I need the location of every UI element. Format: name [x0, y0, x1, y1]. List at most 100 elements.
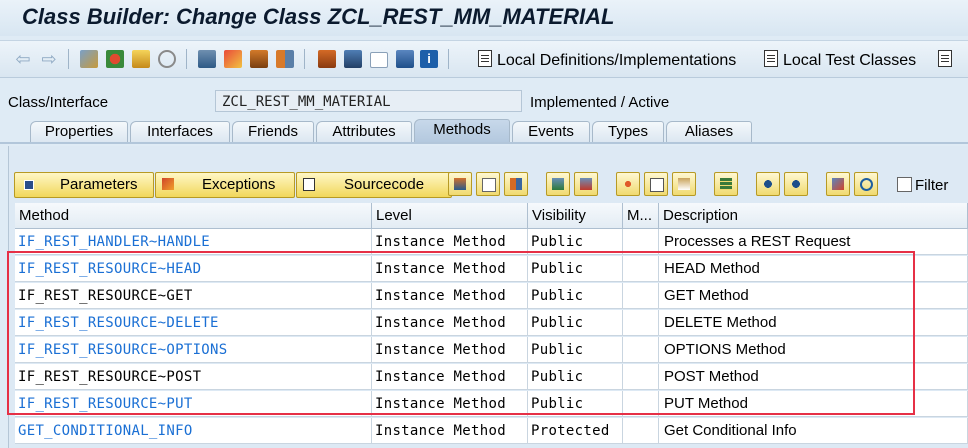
- copy-button[interactable]: [644, 172, 668, 196]
- active-inactive-icon[interactable]: [106, 50, 124, 68]
- column-header-level[interactable]: Level: [372, 203, 528, 229]
- method-name-cell[interactable]: IF_REST_RESOURCE~POST: [15, 364, 372, 390]
- m-cell[interactable]: [623, 391, 659, 417]
- m-cell[interactable]: [623, 283, 659, 309]
- visibility-cell[interactable]: Public: [528, 364, 623, 390]
- visibility-cell[interactable]: Public: [528, 283, 623, 309]
- cut-button[interactable]: [616, 172, 640, 196]
- method-name-cell[interactable]: IF_REST_RESOURCE~OPTIONS: [15, 337, 372, 363]
- table-row[interactable]: IF_REST_RESOURCE~POST Instance Method Pu…: [15, 364, 968, 391]
- filter-checkbox[interactable]: Filter: [897, 177, 948, 194]
- visibility-cell[interactable]: Public: [528, 256, 623, 282]
- method-name-cell[interactable]: IF_REST_RESOURCE~DELETE: [15, 310, 372, 336]
- find-next-button[interactable]: [784, 172, 808, 196]
- navigate-button[interactable]: [504, 172, 528, 196]
- pattern-icon[interactable]: [344, 50, 362, 68]
- table-row[interactable]: IF_REST_RESOURCE~HEAD Instance Method Pu…: [15, 256, 968, 283]
- display-change-icon[interactable]: [80, 50, 98, 68]
- visibility-cell[interactable]: Public: [528, 310, 623, 336]
- tab-types[interactable]: Types: [592, 121, 664, 142]
- tab-properties[interactable]: Properties: [30, 121, 128, 142]
- navigate-icon[interactable]: [276, 50, 294, 68]
- description-cell[interactable]: Processes a REST Request: [659, 229, 968, 255]
- m-cell[interactable]: [623, 418, 659, 444]
- undo-button[interactable]: [854, 172, 878, 196]
- document-icon: [478, 50, 492, 67]
- more-toolbar-button[interactable]: [938, 50, 957, 70]
- sort-button[interactable]: [714, 172, 738, 196]
- m-cell[interactable]: [623, 364, 659, 390]
- where-used-icon[interactable]: [198, 50, 216, 68]
- checkbox-box[interactable]: [897, 177, 912, 192]
- level-cell[interactable]: Instance Method: [372, 283, 528, 309]
- exceptions-button[interactable]: Exceptions: [155, 172, 295, 198]
- copy-object-button[interactable]: [476, 172, 500, 196]
- visibility-cell[interactable]: Public: [528, 391, 623, 417]
- column-header-method[interactable]: Method: [15, 203, 372, 229]
- table-row[interactable]: IF_REST_RESOURCE~DELETE Instance Method …: [15, 310, 968, 337]
- filter-icon[interactable]: [396, 50, 414, 68]
- tab-aliases[interactable]: Aliases: [666, 121, 752, 142]
- visibility-cell[interactable]: Public: [528, 337, 623, 363]
- tab-methods[interactable]: Methods: [414, 119, 510, 143]
- local-test-classes-button[interactable]: Local Test Classes: [764, 50, 916, 70]
- m-cell[interactable]: [623, 337, 659, 363]
- info-icon[interactable]: i: [420, 50, 438, 68]
- object-list-icon[interactable]: [250, 50, 268, 68]
- tab-attributes[interactable]: Attributes: [316, 121, 412, 142]
- settings-button[interactable]: [826, 172, 850, 196]
- level-cell[interactable]: Instance Method: [372, 337, 528, 363]
- activate-icon[interactable]: [158, 50, 176, 68]
- local-definitions-button[interactable]: Local Definitions/Implementations: [478, 50, 736, 70]
- delete-row-button[interactable]: [574, 172, 598, 196]
- magic-wand-icon[interactable]: [224, 50, 242, 68]
- description-cell[interactable]: GET Method: [659, 283, 968, 309]
- column-header-description[interactable]: Description: [659, 203, 968, 229]
- tab-friends[interactable]: Friends: [232, 121, 314, 142]
- table-row[interactable]: IF_REST_RESOURCE~OPTIONS Instance Method…: [15, 337, 968, 364]
- method-name-cell[interactable]: IF_REST_HANDLER~HANDLE: [15, 229, 372, 255]
- hierarchy-icon[interactable]: [318, 50, 336, 68]
- visibility-cell[interactable]: Public: [528, 229, 623, 255]
- tab-events[interactable]: Events: [512, 121, 590, 142]
- description-cell[interactable]: Get Conditional Info: [659, 418, 968, 444]
- column-header-m[interactable]: M...: [623, 203, 659, 229]
- description-cell[interactable]: OPTIONS Method: [659, 337, 968, 363]
- paste-button[interactable]: [672, 172, 696, 196]
- display-object-icon[interactable]: [370, 52, 388, 68]
- check-icon[interactable]: [132, 50, 150, 68]
- method-name-cell[interactable]: GET_CONDITIONAL_INFO: [15, 418, 372, 444]
- level-cell[interactable]: Instance Method: [372, 418, 528, 444]
- description-cell[interactable]: POST Method: [659, 364, 968, 390]
- table-row[interactable]: IF_REST_RESOURCE~PUT Instance Method Pub…: [15, 391, 968, 418]
- m-cell[interactable]: [623, 310, 659, 336]
- back-arrow-icon[interactable]: ⇦: [14, 50, 32, 68]
- method-name-cell[interactable]: IF_REST_RESOURCE~PUT: [15, 391, 372, 417]
- column-header-visibility[interactable]: Visibility: [528, 203, 623, 229]
- m-cell[interactable]: [623, 229, 659, 255]
- level-cell[interactable]: Instance Method: [372, 229, 528, 255]
- method-name-cell[interactable]: IF_REST_RESOURCE~GET: [15, 283, 372, 309]
- visibility-cell[interactable]: Protected: [528, 418, 623, 444]
- table-row[interactable]: IF_REST_HANDLER~HANDLE Instance Method P…: [15, 229, 968, 256]
- level-cell[interactable]: Instance Method: [372, 310, 528, 336]
- find-next-icon: [790, 178, 802, 190]
- level-cell[interactable]: Instance Method: [372, 391, 528, 417]
- insert-row-button[interactable]: [546, 172, 570, 196]
- table-row[interactable]: GET_CONDITIONAL_INFO Instance Method Pro…: [15, 418, 968, 445]
- class-name-field[interactable]: ZCL_REST_MM_MATERIAL: [215, 90, 522, 112]
- description-cell[interactable]: DELETE Method: [659, 310, 968, 336]
- sourcecode-button[interactable]: Sourcecode: [296, 172, 452, 198]
- tab-interfaces[interactable]: Interfaces: [130, 121, 230, 142]
- detail-view-button[interactable]: [448, 172, 472, 196]
- description-cell[interactable]: PUT Method: [659, 391, 968, 417]
- find-button[interactable]: [756, 172, 780, 196]
- parameters-button[interactable]: Parameters: [14, 172, 154, 198]
- method-name-cell[interactable]: IF_REST_RESOURCE~HEAD: [15, 256, 372, 282]
- description-cell[interactable]: HEAD Method: [659, 256, 968, 282]
- forward-arrow-icon[interactable]: ⇨: [40, 50, 58, 68]
- table-row[interactable]: IF_REST_RESOURCE~GET Instance Method Pub…: [15, 283, 968, 310]
- level-cell[interactable]: Instance Method: [372, 364, 528, 390]
- m-cell[interactable]: [623, 256, 659, 282]
- level-cell[interactable]: Instance Method: [372, 256, 528, 282]
